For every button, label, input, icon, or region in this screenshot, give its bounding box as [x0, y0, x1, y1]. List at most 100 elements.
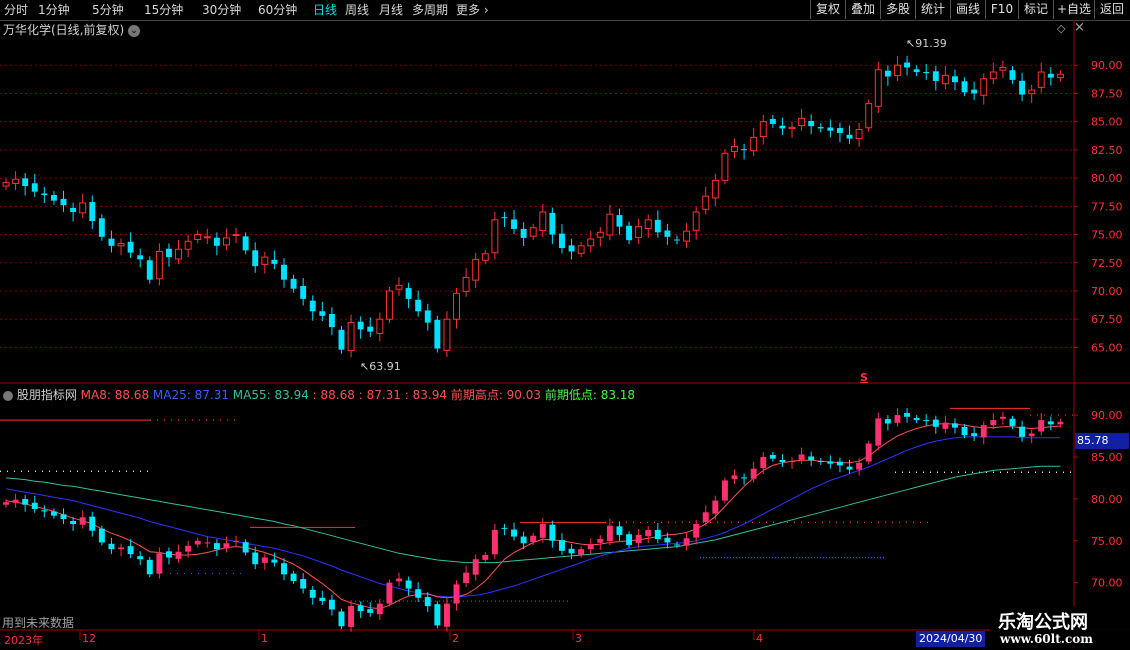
- candle-body: [587, 544, 594, 550]
- low-value: 63.91: [369, 360, 401, 373]
- candle-body: [856, 462, 863, 470]
- candle-body: [462, 276, 470, 292]
- candle: [491, 211, 499, 260]
- candle: [309, 295, 316, 321]
- tab-period-3[interactable]: 15分钟: [144, 1, 183, 19]
- candle-body: [971, 89, 978, 94]
- tab-more[interactable]: 更多 ›: [456, 1, 489, 19]
- candle-body: [155, 250, 163, 280]
- price-axis: 65.00 67.50 70.00 72.50 75.00 77.50 80.00 82.50…: [1074, 59, 1123, 590]
- sub-price-tick-label: 85.00: [1091, 451, 1123, 464]
- overlay-button[interactable]: 叠加: [845, 0, 880, 19]
- f10-button[interactable]: F10: [985, 0, 1018, 19]
- multi-stock-button[interactable]: 多股: [880, 0, 915, 19]
- candle: [865, 440, 872, 465]
- candle-body: [367, 326, 374, 332]
- candle-body: [893, 64, 901, 77]
- candle: [923, 414, 930, 426]
- candle-body: [252, 250, 259, 267]
- candle: [1028, 84, 1036, 104]
- candle: [453, 287, 460, 329]
- draw-line-button[interactable]: 画线: [950, 0, 985, 19]
- ma8-line: [5, 422, 1061, 610]
- candlestick-chart[interactable]: 65.00 67.50 70.00 72.50 75.00 77.50 80.00 82.50…: [0, 20, 1130, 650]
- candle: [482, 552, 489, 563]
- candle: [79, 193, 87, 219]
- candle-body: [635, 534, 642, 543]
- candle: [491, 523, 498, 560]
- tab-period-8[interactable]: 月线: [379, 1, 403, 19]
- candle: [434, 601, 441, 629]
- candle-body: [424, 597, 431, 607]
- watermark-title: 乐淘公式网: [998, 612, 1088, 633]
- candle-body: [683, 230, 691, 242]
- tab-period-4[interactable]: 30分钟: [202, 1, 241, 19]
- candle-body: [827, 461, 834, 464]
- candle: [1028, 429, 1035, 444]
- candle-body: [271, 259, 278, 264]
- time-label-apr: 4: [756, 632, 763, 645]
- time-label-dec: 12: [82, 632, 96, 645]
- candle: [50, 508, 57, 519]
- candle-body: [252, 552, 259, 565]
- period-toolbar: 分时 1分钟 5分钟 15分钟 30分钟 60分钟 日线 周线 月线 多周期 更…: [0, 0, 1130, 21]
- tab-period-7[interactable]: 周线: [345, 1, 369, 19]
- candle-body: [165, 248, 172, 258]
- candle-body: [175, 248, 183, 260]
- candle: [137, 551, 144, 566]
- candle: [941, 66, 949, 90]
- candle: [511, 210, 518, 235]
- add-watchlist-button[interactable]: +自选: [1053, 0, 1094, 19]
- candle: [194, 537, 201, 548]
- candle-body: [731, 475, 738, 480]
- candle: [558, 224, 565, 254]
- tab-period-0[interactable]: 分时: [4, 1, 28, 19]
- candle: [1056, 70, 1064, 82]
- tab-period-6[interactable]: 日线: [313, 1, 337, 19]
- candle: [70, 202, 77, 222]
- candle: [31, 495, 38, 513]
- candle: [836, 122, 843, 143]
- candle: [1019, 420, 1026, 442]
- back-button[interactable]: 返回: [1094, 0, 1129, 19]
- candle-body: [472, 559, 479, 575]
- stats-button[interactable]: 统计: [915, 0, 950, 19]
- tab-period-5[interactable]: 60分钟: [258, 1, 297, 19]
- candle-body: [127, 241, 134, 253]
- candle-body: [597, 539, 604, 543]
- sub-price-tick-label: 70.00: [1091, 577, 1123, 590]
- candle: [41, 186, 48, 204]
- candle-body: [434, 604, 441, 626]
- candle-body: [309, 300, 316, 312]
- candle-body: [904, 62, 911, 68]
- candle: [300, 573, 307, 594]
- arrow-icon: ↖: [906, 37, 916, 50]
- candle: [683, 532, 690, 551]
- candle: [635, 218, 643, 245]
- candle-body: [558, 540, 565, 551]
- candle-body: [290, 573, 297, 581]
- candle: [108, 230, 115, 253]
- candle-body: [146, 559, 153, 575]
- candle-body: [855, 129, 863, 140]
- time-label-year: 2023年: [4, 634, 43, 647]
- candle: [741, 143, 748, 160]
- candle-body: [989, 71, 997, 80]
- candle: [376, 312, 384, 342]
- candle: [472, 554, 479, 581]
- candle-body: [415, 589, 422, 598]
- candle: [808, 114, 815, 135]
- candle: [520, 222, 527, 246]
- tab-period-9[interactable]: 多周期: [412, 1, 448, 19]
- tab-period-1[interactable]: 1分钟: [38, 1, 70, 19]
- candle: [376, 598, 383, 621]
- candle: [12, 171, 20, 191]
- candle: [741, 473, 748, 485]
- candle-body: [357, 321, 364, 330]
- mark-button[interactable]: 标记: [1018, 0, 1053, 19]
- candle-body: [328, 314, 335, 328]
- candle: [338, 325, 345, 354]
- rights-button[interactable]: 复权: [810, 0, 845, 19]
- candle: [894, 408, 901, 427]
- tab-period-2[interactable]: 5分钟: [92, 1, 124, 19]
